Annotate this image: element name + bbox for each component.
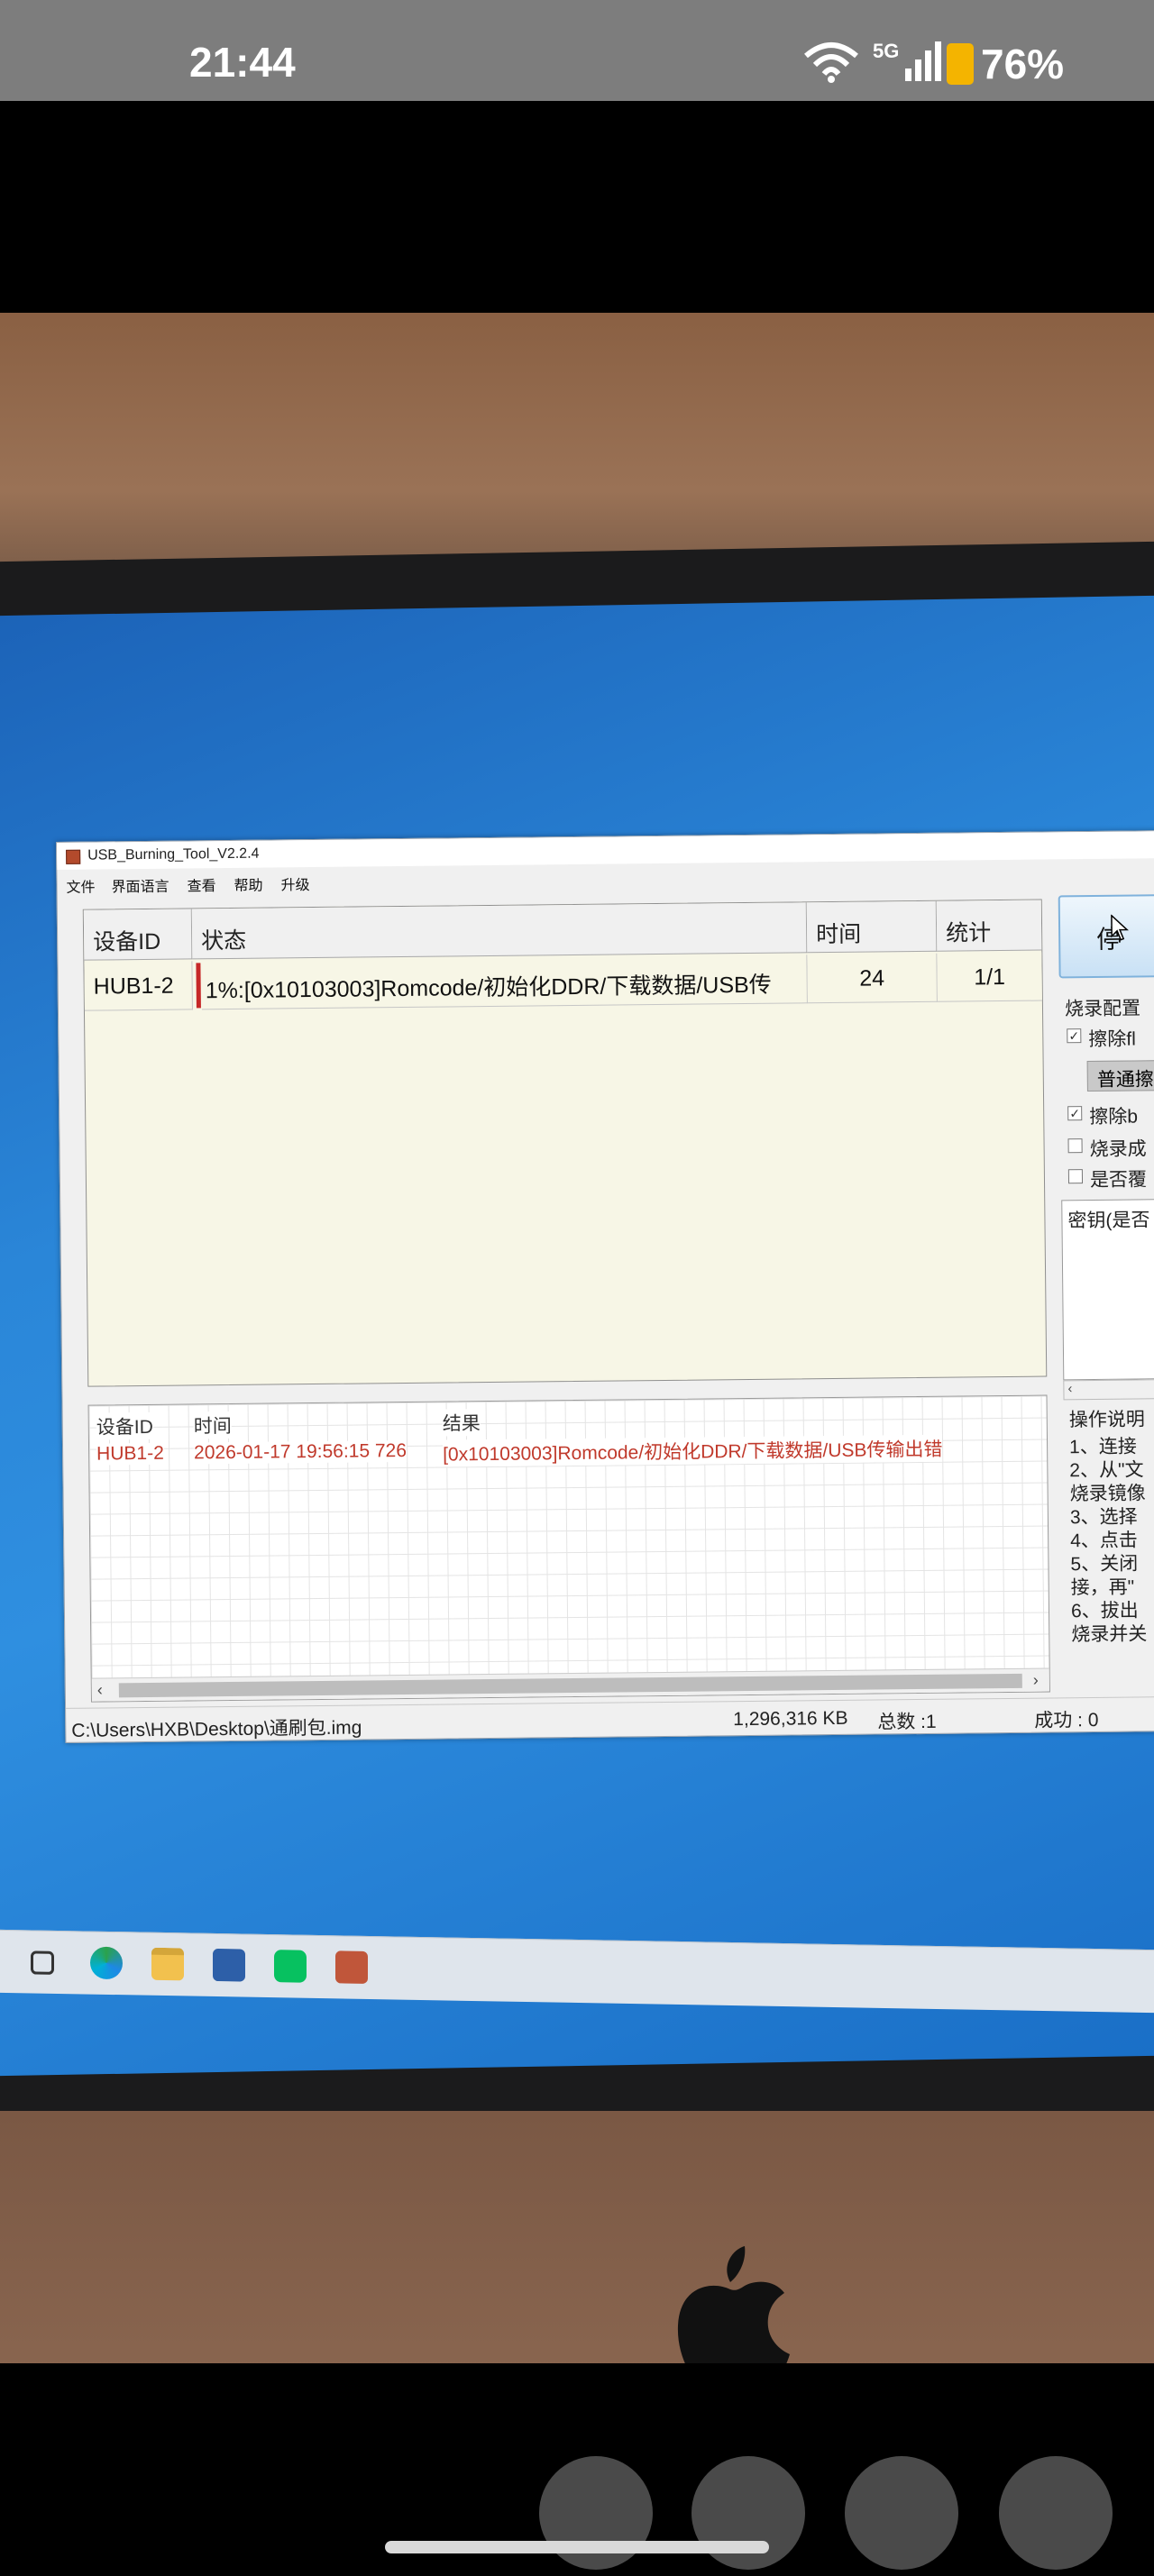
scroll-right-icon[interactable]: › (1033, 1671, 1039, 1690)
more-button[interactable] (999, 2456, 1113, 2570)
gesture-bar[interactable] (385, 2541, 769, 2553)
erase-flash-label: 擦除fl (1088, 1028, 1136, 1051)
key-box[interactable]: 密钥(是否 (1061, 1198, 1154, 1381)
cell-stats[interactable]: 1/1 (937, 952, 1042, 1002)
stop-button[interactable]: 停 (1058, 893, 1154, 979)
store-icon[interactable] (213, 1948, 245, 1982)
clock: 21:44 (189, 39, 296, 86)
menu-upgrade[interactable]: 升级 (280, 872, 309, 894)
menu-help[interactable]: 帮助 (234, 873, 262, 895)
log-cell-device-id[interactable]: HUB1-2 (96, 1442, 164, 1466)
total-count: 总数 :1 (877, 1711, 937, 1733)
log-header-result: 结果 (442, 1409, 481, 1437)
scroll-thumb[interactable] (118, 1673, 1022, 1698)
image-size: 1,296,316 KB (733, 1707, 848, 1731)
erase-flash-checkbox[interactable]: ✓ (1067, 1028, 1082, 1044)
cell-status[interactable]: 1%:[0x10103003]Romcode/初始化DDR/下载数据/USB传 (201, 955, 808, 1010)
signal-icon (905, 41, 941, 81)
config-label: 烧录配置 (1064, 998, 1141, 1020)
wechat-icon[interactable] (274, 1950, 307, 1983)
log-panel: 设备ID 时间 结果 HUB1-2 2026-01-17 19:56:15 72… (87, 1394, 1050, 1703)
wifi-icon (804, 42, 858, 83)
scroll-left-icon[interactable]: ‹ (97, 1681, 103, 1700)
edge-icon[interactable] (90, 1946, 123, 1980)
header-stats[interactable]: 统计 (936, 900, 1042, 952)
instruction-line: 烧录并关 (1071, 1623, 1148, 1646)
menu-language[interactable]: 界面语言 (111, 874, 169, 897)
mouse-cursor-icon (1111, 914, 1129, 941)
cell-time[interactable]: 24 (807, 953, 938, 1004)
overwrite-checkbox[interactable] (1067, 1169, 1084, 1184)
device-table: 设备ID 状态 时间 统计 HUB1-2 1%:[0x10103003]Romc… (82, 899, 1048, 1387)
menu-view[interactable]: 查看 (187, 873, 215, 895)
header-time[interactable]: 时间 (806, 900, 938, 954)
usb-burning-tool-icon[interactable] (335, 1950, 368, 1984)
header-status[interactable]: 状态 (191, 902, 808, 960)
success-count: 成功 : 0 (1034, 1709, 1099, 1731)
network-type: 5G (873, 40, 900, 62)
burn-success-label: 烧录成 (1089, 1138, 1147, 1161)
phone-status-bar: 21:44 5G 76% (0, 0, 1154, 101)
file-explorer-icon[interactable] (151, 1947, 184, 1981)
key-label: 密钥(是否 (1067, 1210, 1150, 1232)
log-cell-result[interactable]: [0x10103003]Romcode/初始化DDR/下载数据/USB传输出错 (442, 1434, 943, 1467)
image-path: C:\Users\HXB\Desktop\通刷包.img (71, 1717, 362, 1741)
log-horizontal-scrollbar[interactable]: ‹ › (91, 1667, 1049, 1702)
battery-icon (947, 43, 974, 85)
erase-mode-select[interactable]: 普通擦 (1086, 1059, 1154, 1092)
log-header-device-id: 设备ID (96, 1411, 153, 1440)
progress-indicator (196, 963, 201, 1009)
task-view-icon[interactable] (31, 1950, 54, 1975)
overwrite-label: 是否覆 (1089, 1169, 1148, 1192)
save-button[interactable] (845, 2456, 958, 2570)
config-panel: 停 烧录配置 ✓ 擦除fl 普通擦 ✓ 擦除b 烧录成 是否覆 密钥(是否 ‹ … (1058, 893, 1154, 1688)
cell-device-id[interactable]: HUB1-2 (84, 961, 193, 1011)
header-device-id[interactable]: 设备ID (83, 909, 193, 961)
battery-percentage: 76% (981, 41, 1065, 87)
erase-bootloader-label: 擦除b (1089, 1106, 1139, 1128)
menu-file[interactable]: 文件 (66, 875, 95, 897)
log-header-time: 时间 (193, 1411, 232, 1439)
instructions-title: 操作说明 (1068, 1409, 1145, 1431)
key-scrollbar[interactable]: ‹ (1063, 1378, 1154, 1401)
erase-bootloader-checkbox[interactable]: ✓ (1067, 1106, 1083, 1121)
burn-success-checkbox[interactable] (1067, 1138, 1083, 1154)
log-cell-time[interactable]: 2026-01-17 19:56:15 726 (193, 1439, 408, 1465)
photo: USB_Burning_Tool_V2.2.4 文件 界面语言 查看 帮助 升级… (0, 101, 1154, 2527)
app-window: USB_Burning_Tool_V2.2.4 文件 界面语言 查看 帮助 升级… (56, 830, 1154, 1743)
window-title: USB_Burning_Tool_V2.2.4 (87, 845, 260, 863)
app-icon (66, 849, 81, 864)
